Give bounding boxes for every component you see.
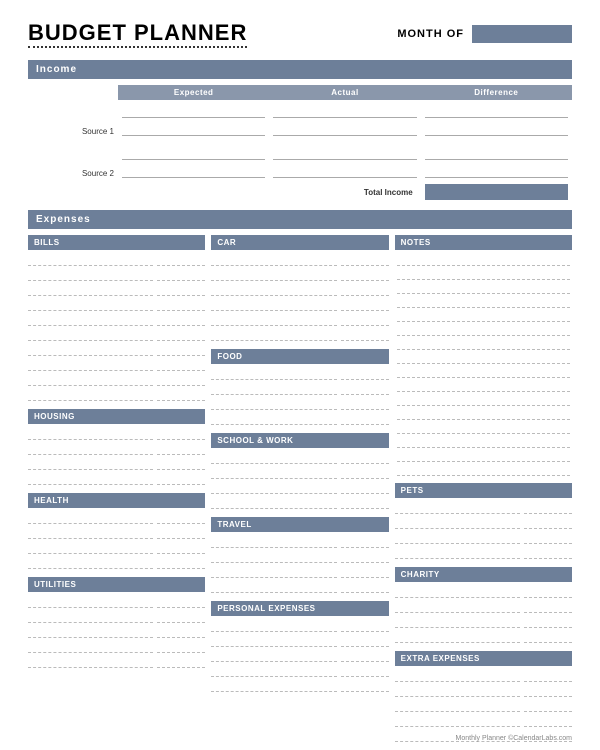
school-work-rows (211, 451, 388, 511)
health-header: HEALTH (28, 493, 205, 508)
income-section: Income Expected Actual Difference Source… (28, 60, 572, 200)
car-header: CAR (211, 235, 388, 250)
charity-header: CHARITY (395, 567, 572, 582)
expense-col-3: NOTES (395, 235, 572, 744)
footer-text: Monthly Planner ©CalendarLabs.com (456, 735, 572, 742)
source-2-actual-line2[interactable] (273, 164, 416, 178)
footer: Monthly Planner ©CalendarLabs.com (456, 735, 572, 742)
housing-header: HOUSING (28, 409, 205, 424)
bills-header: BILLS (28, 235, 205, 250)
source-2-difference (421, 144, 572, 180)
income-header: Income (28, 60, 572, 79)
source-2-diff-line2[interactable] (425, 164, 568, 178)
food-header: FOOD (211, 349, 388, 364)
extra-expenses-header: EXTRA EXPENSES (395, 651, 572, 666)
source-2-expected (118, 144, 269, 180)
travel-header: TRAVEL (211, 517, 388, 532)
utilities-header: UTILITIES (28, 577, 205, 592)
housing-rows (28, 427, 205, 487)
pets-rows (395, 501, 572, 561)
source-1-actual-line2[interactable] (273, 122, 416, 136)
school-work-header: SCHOOL & WORK (211, 433, 388, 448)
income-col-empty (28, 85, 118, 100)
page-title: Budget Planner (28, 20, 247, 48)
total-income-row: Total Income (28, 184, 572, 200)
expense-col-1: BILLS HOUSING (28, 235, 205, 744)
source-1-label: Source 1 (28, 127, 118, 138)
expenses-section: Expenses BILLS (28, 210, 572, 744)
utilities-rows (28, 595, 205, 670)
budget-planner-page: Budget Planner Month of Income Expected … (0, 0, 600, 750)
health-rows (28, 511, 205, 571)
expense-col-2: CAR FOOD (211, 235, 388, 744)
source-1-diff-line1[interactable] (425, 104, 568, 118)
source-1-expected (118, 102, 269, 138)
source-1-diff-line2[interactable] (425, 122, 568, 136)
notes-header: NOTES (395, 235, 572, 250)
food-rows (211, 367, 388, 427)
income-col-actual: Actual (269, 85, 420, 100)
month-of-section: Month of (397, 25, 572, 43)
source-1-difference (421, 102, 572, 138)
income-col-difference: Difference (421, 85, 572, 100)
total-income-box[interactable] (425, 184, 568, 200)
personal-expenses-header: PERSONAL EXPENSES (211, 601, 388, 616)
expenses-header: Expenses (28, 210, 572, 229)
month-of-label: Month of (397, 28, 464, 40)
pets-header: PETS (395, 483, 572, 498)
total-income-label: Total Income (28, 188, 421, 197)
charity-rows (395, 585, 572, 645)
source-1-actual (269, 102, 420, 138)
source-1-expected-line1[interactable] (122, 104, 265, 118)
income-col-expected: Expected (118, 85, 269, 100)
travel-rows (211, 535, 388, 595)
source-2-label: Source 2 (28, 169, 118, 180)
personal-expenses-rows (211, 619, 388, 694)
source-2-diff-line1[interactable] (425, 146, 568, 160)
header: Budget Planner Month of (28, 20, 572, 48)
car-rows (211, 253, 388, 343)
notes-lines (395, 253, 572, 477)
source-1-actual-line1[interactable] (273, 104, 416, 118)
source-1-expected-line2[interactable] (122, 122, 265, 136)
income-source-2-row: Source 2 (28, 144, 572, 180)
extra-expenses-rows (395, 669, 572, 744)
source-2-expected-line2[interactable] (122, 164, 265, 178)
income-source-1-row: Source 1 (28, 102, 572, 138)
source-2-expected-line1[interactable] (122, 146, 265, 160)
month-input-box[interactable] (472, 25, 572, 43)
source-2-actual-line1[interactable] (273, 146, 416, 160)
expenses-grid: BILLS HOUSING (28, 235, 572, 744)
bills-rows (28, 253, 205, 403)
source-2-actual (269, 144, 420, 180)
